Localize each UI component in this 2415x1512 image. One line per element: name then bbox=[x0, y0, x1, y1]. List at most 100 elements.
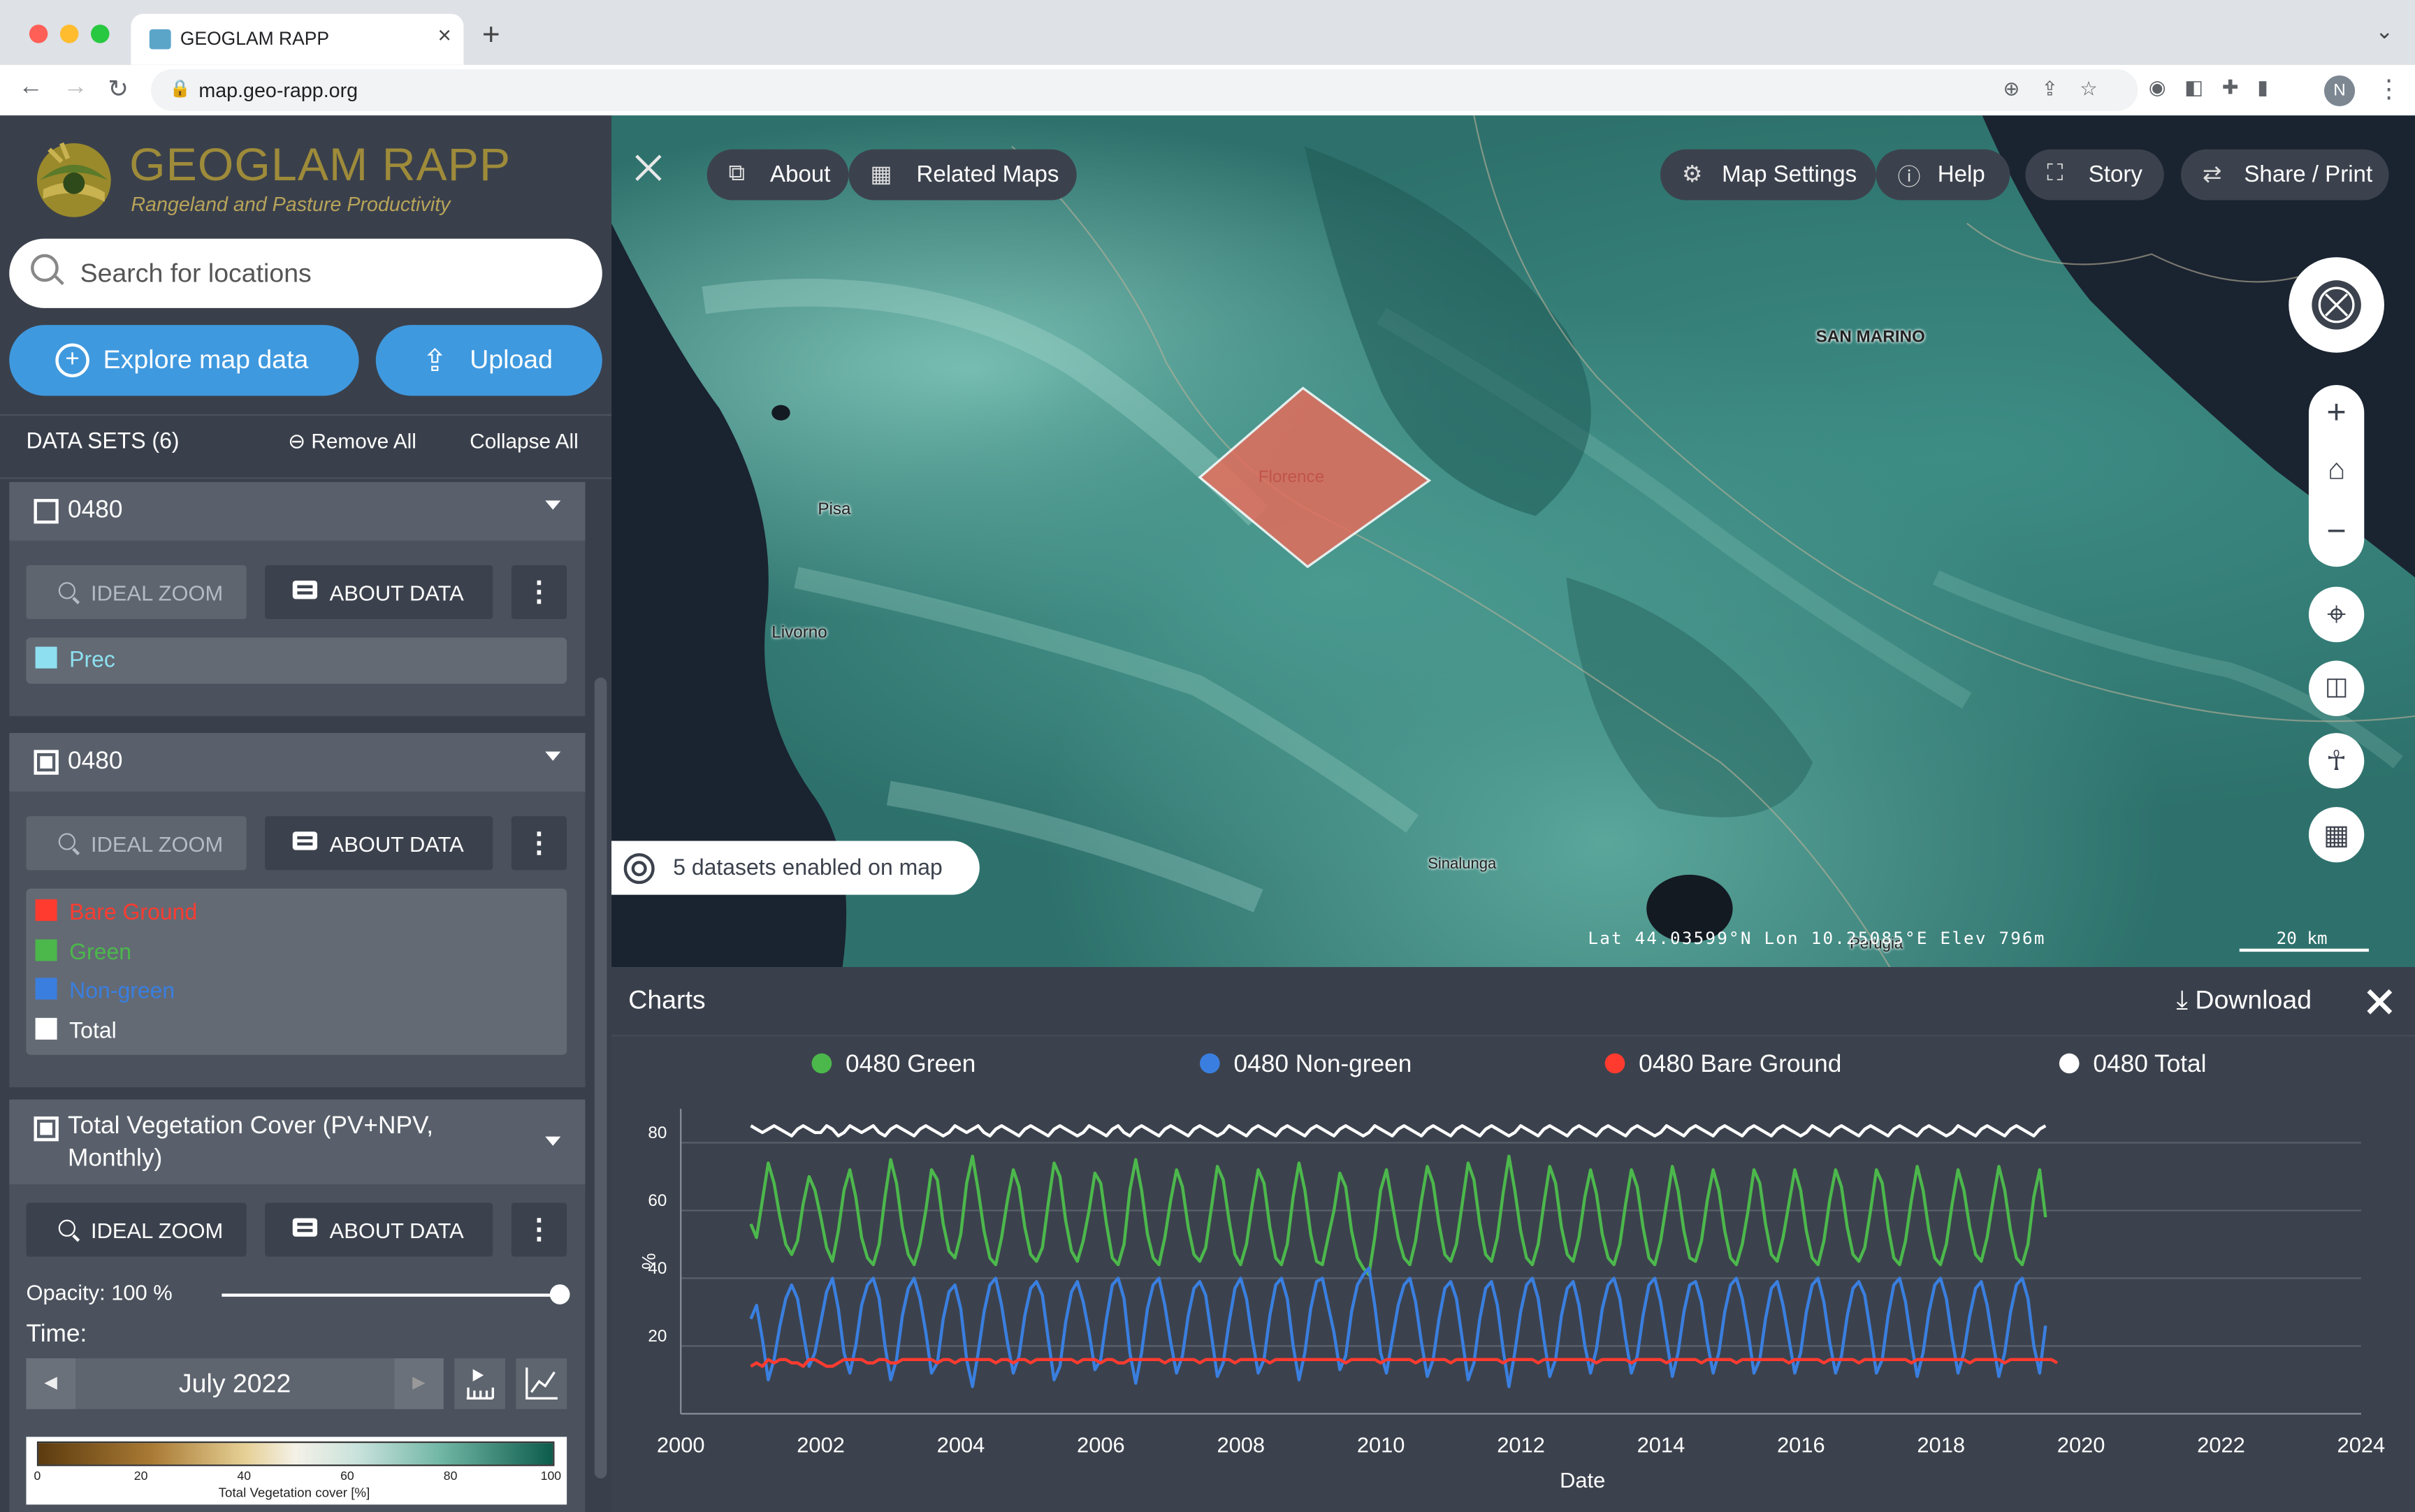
tab-search-icon[interactable]: ⌄ bbox=[2375, 18, 2393, 44]
line-chart: 204060802000 2002 2004 2006 2008 2010 2012 2014… bbox=[638, 1108, 2385, 1492]
legend-box: Bare Ground Green Non-green Total bbox=[26, 888, 567, 1055]
close-window-button[interactable] bbox=[29, 24, 48, 43]
workbench-item-header[interactable]: 0480 bbox=[9, 733, 586, 792]
play-timeline-button[interactable] bbox=[454, 1358, 505, 1409]
search-input[interactable] bbox=[77, 254, 576, 294]
apps-grid-icon[interactable]: ▦ bbox=[2308, 806, 2365, 863]
legend-label: Bare Ground bbox=[69, 901, 198, 926]
upload-button[interactable]: ⇪ Upload bbox=[375, 325, 602, 396]
about-data-button[interactable]: ABOUT DATA bbox=[265, 565, 493, 620]
map-view[interactable]: SAN MARINO Pisa Livorno Florence Sinalun… bbox=[611, 115, 2415, 968]
x-tick-label: 2020 bbox=[2057, 1432, 2105, 1457]
panel-scrollbar[interactable] bbox=[594, 677, 607, 1478]
profile-avatar[interactable]: N bbox=[2323, 75, 2356, 107]
address-bar-icons: ⊕⇪☆ bbox=[2003, 77, 2119, 101]
maximize-window-button[interactable] bbox=[91, 24, 110, 43]
y-tick-label: 20 bbox=[648, 1327, 667, 1346]
workbench-item: Total Vegetation Cover (PV+NPV, Monthly)… bbox=[9, 1099, 586, 1512]
home-icon[interactable]: ⌂ bbox=[2309, 454, 2364, 488]
browser-toolbar: ← → ↻ 🔒 map.geo-rapp.org ⊕⇪☆ ◉◧✚▮ N ⋮ bbox=[0, 64, 2415, 116]
remove-all-label: Remove All bbox=[311, 429, 416, 453]
place-label: Sinalunga bbox=[1428, 856, 1497, 873]
chart-legend-item[interactable]: 0480 Non-green bbox=[1199, 1052, 1412, 1080]
help-icon: ⓘ bbox=[1897, 164, 1921, 191]
about-data-button[interactable]: ABOUT DATA bbox=[265, 816, 493, 871]
share-print-button[interactable]: ⇄ Share / Print bbox=[2181, 149, 2389, 201]
next-time-icon[interactable]: ▶ bbox=[394, 1358, 444, 1409]
chart-legend-item[interactable]: 0480 Total bbox=[2059, 1052, 2207, 1080]
share-icon[interactable]: ⇪ bbox=[2041, 77, 2080, 100]
more-options-button[interactable]: ⋮ bbox=[511, 1202, 567, 1257]
sidebar-icon[interactable]: ▮ bbox=[2257, 75, 2286, 99]
datasets-enabled-pill[interactable]: 5 datasets enabled on map bbox=[611, 841, 980, 895]
legend-label: 0480 Total bbox=[2093, 1052, 2207, 1078]
map-settings-button[interactable]: ⚙ Map Settings bbox=[1660, 149, 1876, 201]
legend-swatch bbox=[35, 939, 57, 961]
compass-icon[interactable] bbox=[2289, 257, 2384, 353]
opacity-slider-thumb[interactable] bbox=[549, 1284, 570, 1304]
colorbar-tick: 60 bbox=[340, 1469, 354, 1483]
x-tick-label: 2010 bbox=[1357, 1432, 1405, 1457]
back-icon[interactable]: ← bbox=[18, 74, 43, 102]
chart-legend-item[interactable]: 0480 Bare Ground bbox=[1604, 1052, 1841, 1080]
more-options-button[interactable]: ⋮ bbox=[511, 565, 567, 620]
chart-view-button[interactable] bbox=[516, 1358, 567, 1409]
dataset-name: 0480 bbox=[67, 748, 123, 775]
zoom-in-icon[interactable]: + bbox=[2309, 393, 2364, 432]
visibility-checkbox[interactable] bbox=[34, 499, 59, 524]
x-tick-label: 2012 bbox=[1497, 1432, 1545, 1457]
more-options-button[interactable]: ⋮ bbox=[511, 816, 567, 871]
workbench-item-header[interactable]: Total Vegetation Cover (PV+NPV, Monthly) bbox=[9, 1099, 586, 1184]
split-icon[interactable]: ◫ bbox=[2308, 660, 2365, 716]
bookmark-star-icon[interactable]: ☆ bbox=[2080, 77, 2119, 100]
about-button[interactable]: ⧉ About bbox=[706, 149, 849, 201]
zoom-out-icon[interactable]: − bbox=[2309, 511, 2364, 551]
remove-all-button[interactable]: ⊖ Remove All bbox=[288, 430, 416, 454]
browser-menu-icon[interactable]: ⋮ bbox=[2377, 74, 2401, 105]
previous-time-icon[interactable]: ◀ bbox=[26, 1358, 76, 1409]
extension-icon[interactable]: ◉ bbox=[2149, 75, 2184, 99]
tab-close-icon[interactable]: × bbox=[437, 23, 451, 49]
workbench-item-header[interactable]: 0480 bbox=[9, 481, 586, 541]
collapse-caret-icon[interactable] bbox=[545, 751, 561, 761]
legend-swatch bbox=[35, 899, 57, 922]
new-tab-button[interactable]: + bbox=[482, 18, 500, 54]
opacity-slider[interactable] bbox=[222, 1293, 564, 1297]
y-tick-label: 80 bbox=[648, 1124, 667, 1142]
browser-tab[interactable]: GEOGLAM RAPP × bbox=[131, 13, 464, 65]
zoom-icon[interactable]: ⊕ bbox=[2003, 77, 2042, 100]
legend-label: 0480 Green bbox=[846, 1052, 976, 1078]
about-data-button[interactable]: ABOUT DATA bbox=[265, 1202, 493, 1257]
minimize-window-button[interactable] bbox=[59, 24, 79, 43]
sliders-icon: ⚙ bbox=[1681, 161, 1703, 188]
close-charts-icon[interactable] bbox=[2365, 987, 2393, 1015]
compass-needle bbox=[2312, 280, 2361, 330]
locate-icon[interactable]: ⌖ bbox=[2308, 586, 2365, 643]
visibility-checkbox[interactable] bbox=[34, 1116, 59, 1142]
ideal-zoom-button[interactable]: IDEAL ZOOM bbox=[26, 565, 247, 620]
download-button[interactable]: ⤓ Download bbox=[2176, 986, 2312, 1017]
date-picker[interactable]: ◀ July 2022 ▶ bbox=[26, 1358, 444, 1409]
ideal-zoom-button[interactable]: IDEAL ZOOM bbox=[26, 816, 247, 871]
collapse-caret-icon[interactable] bbox=[545, 1136, 561, 1146]
place-label: SAN MARINO bbox=[1815, 328, 1925, 347]
address-bar[interactable]: 🔒 map.geo-rapp.org ⊕⇪☆ bbox=[151, 69, 2138, 111]
related-maps-button[interactable]: ▦ Related Maps bbox=[848, 149, 1077, 201]
close-panel-icon[interactable] bbox=[630, 150, 667, 187]
collapse-all-button[interactable]: Collapse All bbox=[470, 430, 578, 453]
share-print-label: Share / Print bbox=[2244, 161, 2373, 188]
current-time[interactable]: July 2022 bbox=[75, 1369, 394, 1400]
extension-icon[interactable]: ◧ bbox=[2184, 75, 2222, 99]
puzzle-icon[interactable]: ✚ bbox=[2222, 75, 2257, 99]
accessibility-icon[interactable]: ☥ bbox=[2308, 733, 2365, 789]
visibility-checkbox[interactable] bbox=[34, 750, 59, 775]
story-button[interactable]: ⛶ Story bbox=[2025, 149, 2164, 201]
forward-icon[interactable]: → bbox=[63, 74, 87, 102]
ideal-zoom-button[interactable]: IDEAL ZOOM bbox=[26, 1202, 247, 1257]
chart-legend-item[interactable]: 0480 Green bbox=[811, 1052, 976, 1080]
help-button[interactable]: ⓘ Help bbox=[1876, 149, 2010, 201]
legend-swatch bbox=[35, 977, 57, 1000]
reload-icon[interactable]: ↻ bbox=[108, 74, 129, 105]
explore-map-data-button[interactable]: + Explore map data bbox=[9, 325, 359, 396]
collapse-caret-icon[interactable] bbox=[545, 500, 561, 510]
